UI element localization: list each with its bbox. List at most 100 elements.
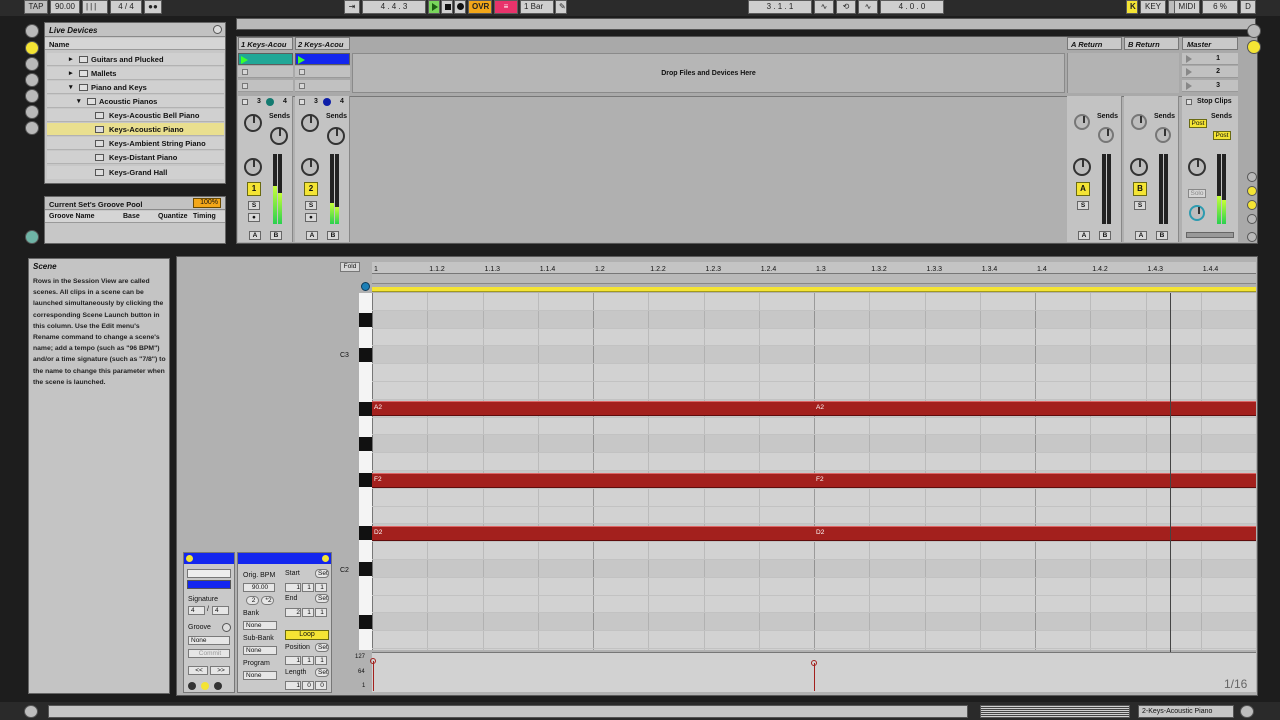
- send-b-knob[interactable]: [1098, 127, 1114, 143]
- clip-activator-icon[interactable]: [186, 555, 193, 562]
- track-activator-1[interactable]: 1: [247, 182, 261, 196]
- position-bar[interactable]: 1: [285, 656, 301, 665]
- double-tempo-button[interactable]: *2: [261, 596, 274, 605]
- browser-item-acoustic-pianos[interactable]: ▾ Acoustic Pianos: [47, 95, 224, 108]
- input-icon[interactable]: [242, 99, 248, 105]
- io-icon[interactable]: [1247, 172, 1257, 182]
- clip-toggle-icon[interactable]: [188, 682, 196, 690]
- loop-bar[interactable]: [372, 287, 1256, 292]
- input-icon[interactable]: [299, 99, 305, 105]
- clip-slot-empty[interactable]: [238, 80, 293, 92]
- browser-item-mallets[interactable]: ▸ Mallets: [47, 67, 224, 80]
- folder-4-icon[interactable]: [25, 121, 39, 135]
- send-a-knob[interactable]: [301, 114, 319, 132]
- loop-length-field[interactable]: 4 . 0 . 0: [880, 0, 944, 14]
- black-key[interactable]: [359, 437, 372, 452]
- send-b-knob[interactable]: [270, 127, 288, 145]
- pan-knob[interactable]: [1130, 158, 1148, 176]
- midi-map-button[interactable]: MIDI: [1174, 0, 1200, 14]
- track-header-1[interactable]: 1 Keys-Acou: [238, 37, 293, 50]
- solo-button[interactable]: S: [1077, 201, 1089, 210]
- signature-denominator[interactable]: 4: [212, 606, 229, 615]
- pan-knob[interactable]: [1073, 158, 1091, 176]
- notes-expand-icon[interactable]: [322, 555, 329, 562]
- browser-item-guitars[interactable]: ▸ Guitars and Plucked: [47, 53, 224, 66]
- end-bar[interactable]: 2: [285, 608, 301, 617]
- end-sixteenth[interactable]: 1: [315, 608, 327, 617]
- clip-launch-icon[interactable]: [298, 56, 305, 64]
- program-select[interactable]: None: [243, 671, 277, 680]
- velocity-marker[interactable]: [373, 661, 374, 691]
- punch-in-button[interactable]: ∿: [814, 0, 834, 14]
- plugin-icon[interactable]: [25, 57, 39, 71]
- stop-slot-icon[interactable]: [299, 83, 305, 89]
- return-a-activator[interactable]: A: [1076, 182, 1090, 196]
- tap-button[interactable]: TAP: [24, 0, 48, 14]
- loop-switch[interactable]: ⟲: [836, 0, 856, 14]
- groove-hot-swap-icon[interactable]: [222, 623, 231, 632]
- half-tempo-button[interactable]: 2: [246, 596, 259, 605]
- play-button[interactable]: [428, 0, 440, 14]
- pan-knob[interactable]: [301, 158, 319, 176]
- clip-launch-icon[interactable]: [241, 56, 248, 64]
- length-beat[interactable]: 0: [302, 681, 314, 690]
- end-beat[interactable]: 1: [302, 608, 314, 617]
- track-header-master[interactable]: Master: [1182, 37, 1238, 50]
- browser-item-distant-piano[interactable]: Keys-Distant Piano: [47, 151, 224, 164]
- browser-item-piano-keys[interactable]: ▾ Piano and Keys: [47, 81, 224, 94]
- groove-pool-icon[interactable]: [25, 230, 39, 244]
- info-toggle-icon[interactable]: [24, 705, 38, 718]
- clip-toggle-2-icon[interactable]: [201, 682, 209, 690]
- folder-2-icon[interactable]: [25, 89, 39, 103]
- start-bar[interactable]: 1: [285, 583, 301, 592]
- commit-button[interactable]: Commit: [188, 649, 230, 658]
- velocity-marker-handle-2[interactable]: [811, 660, 817, 666]
- send-a-knob[interactable]: [1131, 114, 1147, 130]
- arm-button[interactable]: ●: [305, 213, 317, 222]
- tempo-field[interactable]: 90.00: [50, 0, 80, 14]
- track-activator-2[interactable]: 2: [304, 182, 318, 196]
- scene-launch-3[interactable]: 3: [1182, 80, 1238, 92]
- position-sixteenth[interactable]: 1: [315, 656, 327, 665]
- position-set-button[interactable]: Set: [315, 643, 329, 652]
- send-b-knob[interactable]: [1155, 127, 1171, 143]
- solo-button[interactable]: S: [1134, 201, 1146, 210]
- groove-amount[interactable]: 100%: [193, 198, 221, 208]
- groove-select[interactable]: None: [188, 636, 230, 645]
- fold-button[interactable]: Fold: [340, 262, 360, 272]
- stop-slot-icon[interactable]: [242, 83, 248, 89]
- computer-midi-button[interactable]: K: [1126, 0, 1138, 14]
- start-sixteenth[interactable]: 1: [315, 583, 327, 592]
- hot-swap-icon[interactable]: [213, 25, 222, 34]
- mixer-icon[interactable]: [1247, 214, 1257, 224]
- crossfade-icon[interactable]: [1247, 232, 1257, 242]
- folder-icon[interactable]: [25, 73, 39, 87]
- crossfade-a-button[interactable]: A: [306, 231, 318, 240]
- automation-button[interactable]: ≡: [494, 0, 518, 14]
- start-set-button[interactable]: Set: [315, 569, 329, 578]
- start-marker-icon[interactable]: [361, 282, 370, 291]
- clip-name-header[interactable]: [184, 553, 234, 564]
- send-a-knob[interactable]: [244, 114, 262, 132]
- arrangement-view-icon[interactable]: [1247, 40, 1261, 54]
- track-header-a-return[interactable]: A Return: [1067, 37, 1122, 50]
- orig-bpm-field[interactable]: 90.00: [243, 583, 275, 592]
- notes-header[interactable]: [238, 553, 331, 564]
- velocity-marker-handle[interactable]: [370, 658, 376, 664]
- clip-slot-1-1[interactable]: [238, 53, 293, 65]
- clip-toggle-3-icon[interactable]: [214, 682, 222, 690]
- black-key[interactable]: [359, 348, 372, 363]
- punch-out-button[interactable]: ∿: [858, 0, 878, 14]
- note-f2[interactable]: F2 F2: [372, 473, 1256, 488]
- arm-button[interactable]: ●: [248, 213, 260, 222]
- returns-icon[interactable]: [1247, 200, 1257, 210]
- position-beat[interactable]: 1: [302, 656, 314, 665]
- cue-volume-knob[interactable]: [1189, 205, 1205, 221]
- black-key[interactable]: [359, 615, 372, 630]
- solo-cue-button[interactable]: Solo: [1188, 189, 1206, 198]
- black-key[interactable]: [359, 526, 372, 541]
- post-button-2[interactable]: Post: [1213, 131, 1231, 140]
- live-devices-icon[interactable]: [25, 41, 39, 55]
- stop-button[interactable]: [441, 0, 453, 14]
- record-button[interactable]: [454, 0, 466, 14]
